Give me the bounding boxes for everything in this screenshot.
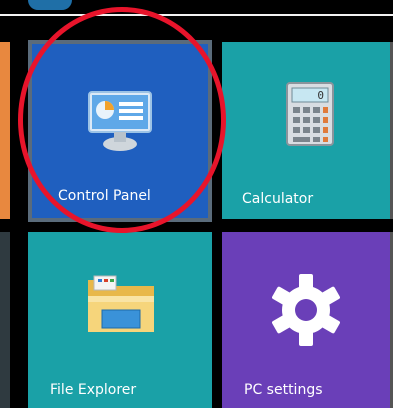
control-panel-icon [88, 91, 152, 151]
tile-label: File Explorer [50, 382, 137, 398]
calculator-tile[interactable]: 0 Calculator [222, 42, 390, 219]
user-avatar-fragment [28, 0, 72, 10]
gear-icon [272, 274, 340, 346]
file-explorer-icon [88, 275, 154, 332]
calculator-icon: 0 [286, 82, 334, 146]
file-explorer-tile[interactable]: File Explorer [28, 232, 212, 408]
pc-settings-tile[interactable]: PC settings [222, 232, 390, 408]
calculator-display: 0 [317, 89, 324, 102]
divider-line [0, 14, 393, 16]
tile-label: Control Panel [58, 188, 151, 204]
partial-tile-left-top[interactable] [0, 42, 10, 219]
partial-tile-left-bottom[interactable] [0, 232, 10, 408]
tile-label: PC settings [244, 382, 323, 398]
top-bar [0, 0, 393, 14]
tile-label: Calculator [242, 191, 314, 207]
control-panel-tile[interactable]: Control Panel [28, 40, 212, 222]
